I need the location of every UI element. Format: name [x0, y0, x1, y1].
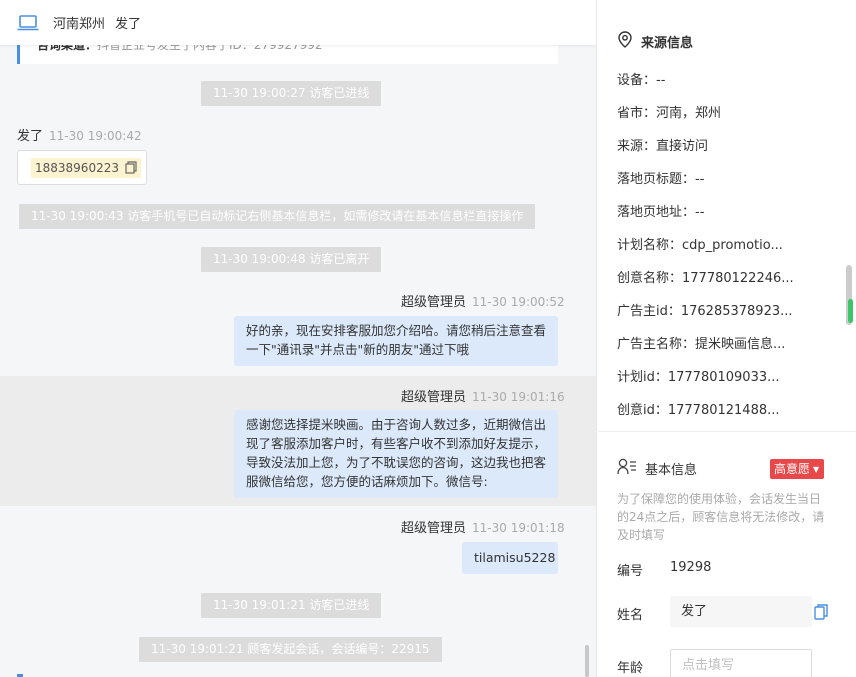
user-list-icon	[617, 458, 645, 479]
phone-message: 18838960223	[17, 150, 147, 185]
name-field[interactable]: 发了	[670, 596, 812, 627]
chat-scrollbar[interactable]	[585, 645, 589, 677]
section-divider	[598, 431, 856, 432]
message-bubble: 感谢您选择提米映画。由于咨询人数过多，近期微信出现了客服添加客户时，有些客户收不…	[234, 410, 558, 498]
advertiser-name: 广告主名称：提米映画信息...	[617, 337, 786, 352]
landing-page-url: 落地页地址：--	[617, 205, 705, 220]
creative-id: 创意id：177780121488...	[617, 403, 780, 418]
visitor-message-header: 发了 11-30 19:00:42	[17, 125, 142, 144]
admin-message-header: 超级管理员 11-30 19:01:16	[401, 386, 565, 405]
source-channel: 来源：直接访问	[617, 139, 709, 154]
basic-info-title: 基本信息	[617, 458, 697, 479]
system-message: 11-30 19:01:21 顾客发起会话，会话编号：22915	[139, 637, 442, 662]
source-info-title: 来源信息	[618, 31, 693, 52]
sender-name: 超级管理员	[401, 390, 467, 405]
phone-number[interactable]: 18838960223	[31, 158, 141, 178]
landing-page-title: 落地页标题：--	[617, 172, 705, 187]
admin-message-header: 超级管理员 11-30 19:00:52	[401, 291, 565, 310]
creative-name: 创意名称：177780122246...	[617, 271, 794, 286]
system-message: 11-30 19:00:43 访客手机号已自动标记右侧基本信息栏，如需修改请在基…	[19, 204, 536, 229]
location-pin-icon	[618, 31, 641, 52]
intent-dropdown[interactable]: 高意愿 ▼	[770, 459, 825, 479]
message-time: 11-30 19:00:42	[49, 129, 142, 143]
visitor-name: 发了	[115, 17, 142, 32]
source-region: 省市：河南，郑州	[617, 106, 722, 121]
message-bubble: tilamisu5228	[462, 542, 558, 574]
caret-down-icon: ▼	[813, 465, 820, 474]
id-value: 19298	[670, 560, 712, 575]
copy-icon[interactable]	[814, 604, 828, 624]
system-message: 11-30 19:00:27 访客已进线	[201, 81, 382, 106]
message-bubble: 好的亲，现在安排客服加您介绍哈。请您稍后注意查看一下"通讯录"并点击"新的朋友"…	[234, 316, 558, 366]
name-label: 姓名	[617, 608, 644, 623]
sender-name: 发了	[17, 129, 44, 144]
age-label: 年龄	[617, 661, 644, 676]
chat-header: 河南郑州 发了	[0, 0, 596, 45]
message-time: 11-30 19:01:18	[472, 521, 565, 535]
chat-panel: 河南郑州 发了 咨询渠道：抖音企业号发生了内容了ID：279927992 11-…	[0, 0, 597, 677]
source-device: 设备：--	[617, 73, 666, 88]
visitor-location: 河南郑州	[53, 17, 106, 32]
copy-icon[interactable]	[125, 160, 137, 180]
laptop-icon	[17, 14, 39, 31]
plan-id: 计划id：177780109033...	[617, 370, 780, 385]
id-label: 编号	[617, 564, 644, 579]
plan-name: 计划名称：cdp_promotio...	[617, 238, 783, 253]
system-message: 11-30 19:01:21 访客已进线	[201, 593, 382, 618]
message-time: 11-30 19:00:52	[472, 295, 565, 309]
system-message: 11-30 19:00:48 访客已离开	[201, 247, 382, 272]
admin-message-header: 超级管理员 11-30 19:01:18	[401, 517, 565, 536]
age-input[interactable]	[670, 649, 812, 677]
scroll-indicator	[848, 299, 853, 323]
edit-notice: 为了保障您的使用体验，会话发生当日的24点之后，顾客信息将无法修改，请及时填写	[617, 492, 825, 542]
sender-name: 超级管理员	[401, 295, 467, 310]
advertiser-id: 广告主id：176285378923...	[617, 304, 793, 319]
sender-name: 超级管理员	[401, 521, 467, 536]
info-panel: 来源信息 设备：-- 省市：河南，郑州 来源：直接访问 落地页标题：-- 落地页…	[598, 0, 856, 677]
message-time: 11-30 19:01:16	[472, 390, 565, 404]
